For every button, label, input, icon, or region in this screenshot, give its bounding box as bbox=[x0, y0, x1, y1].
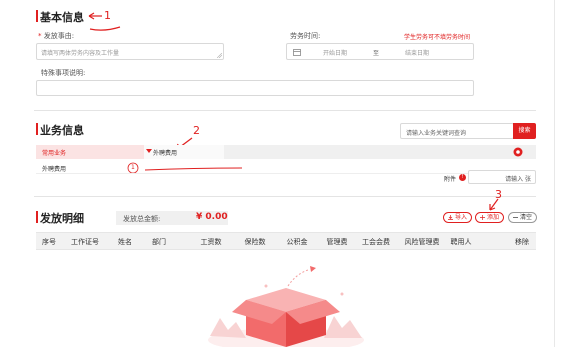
empty-box-illustration bbox=[208, 266, 364, 347]
special-textarea[interactable] bbox=[36, 80, 474, 96]
category-common[interactable]: 常用业务 bbox=[42, 148, 66, 157]
period-warning: 学生劳务可不填劳务时间 bbox=[404, 34, 471, 41]
reason-textarea[interactable]: 请填写两体劳务内容及工作量 bbox=[36, 43, 224, 60]
plus-icon bbox=[480, 215, 486, 220]
tree-item-label[interactable]: 外聘费用 bbox=[153, 148, 177, 157]
import-button[interactable]: 导入 bbox=[443, 212, 472, 223]
import-icon bbox=[448, 215, 454, 220]
search-button[interactable]: 搜索 bbox=[513, 123, 536, 139]
attachment-count-input[interactable]: 请输入 张 bbox=[468, 170, 536, 184]
col-risk-fee: 风险管理费 bbox=[404, 238, 440, 246]
section-marker bbox=[36, 211, 38, 223]
col-work-id: 工作证号 bbox=[71, 238, 99, 246]
caret-down-icon bbox=[146, 149, 152, 153]
calendar-icon bbox=[293, 49, 301, 56]
annotation-circle-1-label: 1 bbox=[131, 164, 135, 171]
period-label: 劳务时间: bbox=[290, 32, 321, 40]
col-housing-fund: 公积金 bbox=[286, 238, 308, 246]
annotation-label-2: 2 bbox=[193, 124, 200, 137]
total-amount-label: 发放总金额: bbox=[123, 215, 161, 223]
date-separator: 至 bbox=[373, 50, 380, 57]
minus-icon bbox=[513, 217, 519, 218]
special-label: 特殊事项说明: bbox=[41, 69, 86, 77]
divider bbox=[34, 110, 536, 111]
business-row-label: 外聘费用 bbox=[42, 166, 67, 173]
right-edge-line bbox=[554, 0, 555, 347]
basic-info-title: 基本信息 bbox=[40, 11, 84, 24]
annotation-underline bbox=[144, 167, 243, 171]
end-date-input[interactable]: 结束日期 bbox=[405, 48, 429, 57]
add-button[interactable]: 添加 bbox=[475, 212, 504, 223]
annotation-label-1: 1 bbox=[104, 9, 111, 22]
col-insurance: 保险数 bbox=[244, 238, 266, 246]
business-search-input[interactable]: 请输入业务关键词查询 bbox=[400, 123, 514, 139]
total-amount-value: ¥ 0.00 bbox=[196, 212, 228, 222]
col-department: 部门 bbox=[152, 238, 166, 246]
reason-label: * 发放事由: bbox=[38, 32, 75, 40]
annotation-arrow-3 bbox=[489, 198, 499, 211]
plus-circle-icon[interactable] bbox=[513, 147, 523, 157]
resize-handle-icon bbox=[217, 53, 222, 58]
date-range-picker[interactable]: 开始日期 至 结束日期 bbox=[286, 43, 474, 60]
clear-button[interactable]: 清空 bbox=[508, 212, 537, 223]
col-index: 序号 bbox=[42, 238, 56, 246]
business-info-title: 业务信息 bbox=[40, 124, 84, 137]
divider bbox=[34, 196, 536, 197]
start-date-input[interactable]: 开始日期 bbox=[323, 48, 347, 57]
col-union-fee: 工会会费 bbox=[362, 238, 390, 246]
section-marker bbox=[36, 10, 38, 22]
col-management-fee: 管理费 bbox=[326, 238, 348, 246]
info-icon: ! bbox=[459, 174, 466, 181]
col-name: 姓名 bbox=[118, 238, 132, 246]
col-salary: 工资数 bbox=[200, 238, 222, 246]
col-employer: 聘用人 bbox=[450, 238, 472, 246]
section-marker bbox=[36, 123, 38, 135]
detail-title: 发放明细 bbox=[40, 212, 84, 225]
col-remove: 移除 bbox=[515, 238, 529, 246]
attachment-label: 附件 bbox=[444, 176, 457, 183]
